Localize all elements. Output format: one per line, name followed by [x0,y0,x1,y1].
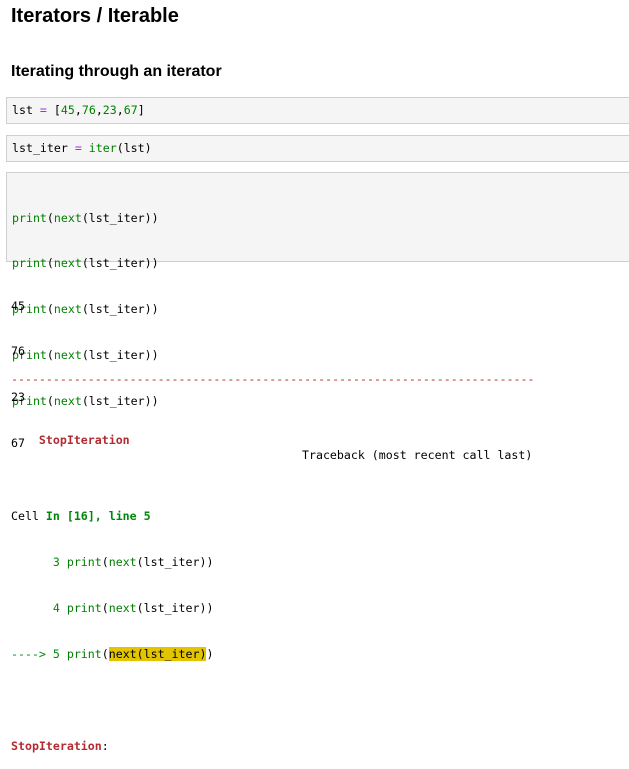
traceback-header: StopIteration Traceback (most recent cal… [11,417,535,478]
error-highlight: next(lst_iter) [108,646,207,661]
code-line: lst = [45,76,23,67] [12,103,145,117]
code-line: lst_iter = iter(lst) [12,141,152,155]
error-name: StopIteration [38,432,130,447]
traceback-line: 3 print(next(lst_iter)) [11,555,214,570]
traceback-location: Cell In [16], line 5 [11,509,151,524]
code-line: print(next(lst_iter)) [12,302,159,317]
traceback-output: ----------------------------------------… [11,341,535,769]
code-cell-2[interactable]: lst_iter = iter(lst) [6,135,629,162]
page-title: Iterators / Iterable [11,5,179,27]
output-line: 45 [11,298,25,313]
code-line: print(next(lst_iter)) [12,210,159,225]
code-line: print(next(lst_iter)) [12,256,159,271]
traceback-error-line: ----> 5 print(next(lst_iter)) [11,646,214,661]
traceback-divider: ----------------------------------------… [11,371,535,386]
code-cell-3[interactable]: print(next(lst_iter)) print(next(lst_ite… [6,172,629,408]
traceback-line: 4 print(next(lst_iter)) [11,601,214,616]
final-error: StopIteration: [11,738,109,753]
traceback-label: Traceback (most recent call last) [302,448,533,463]
code-cell-1[interactable]: lst = [45,76,23,67] [6,97,629,124]
section-heading: Iterating through an iterator [11,63,222,80]
